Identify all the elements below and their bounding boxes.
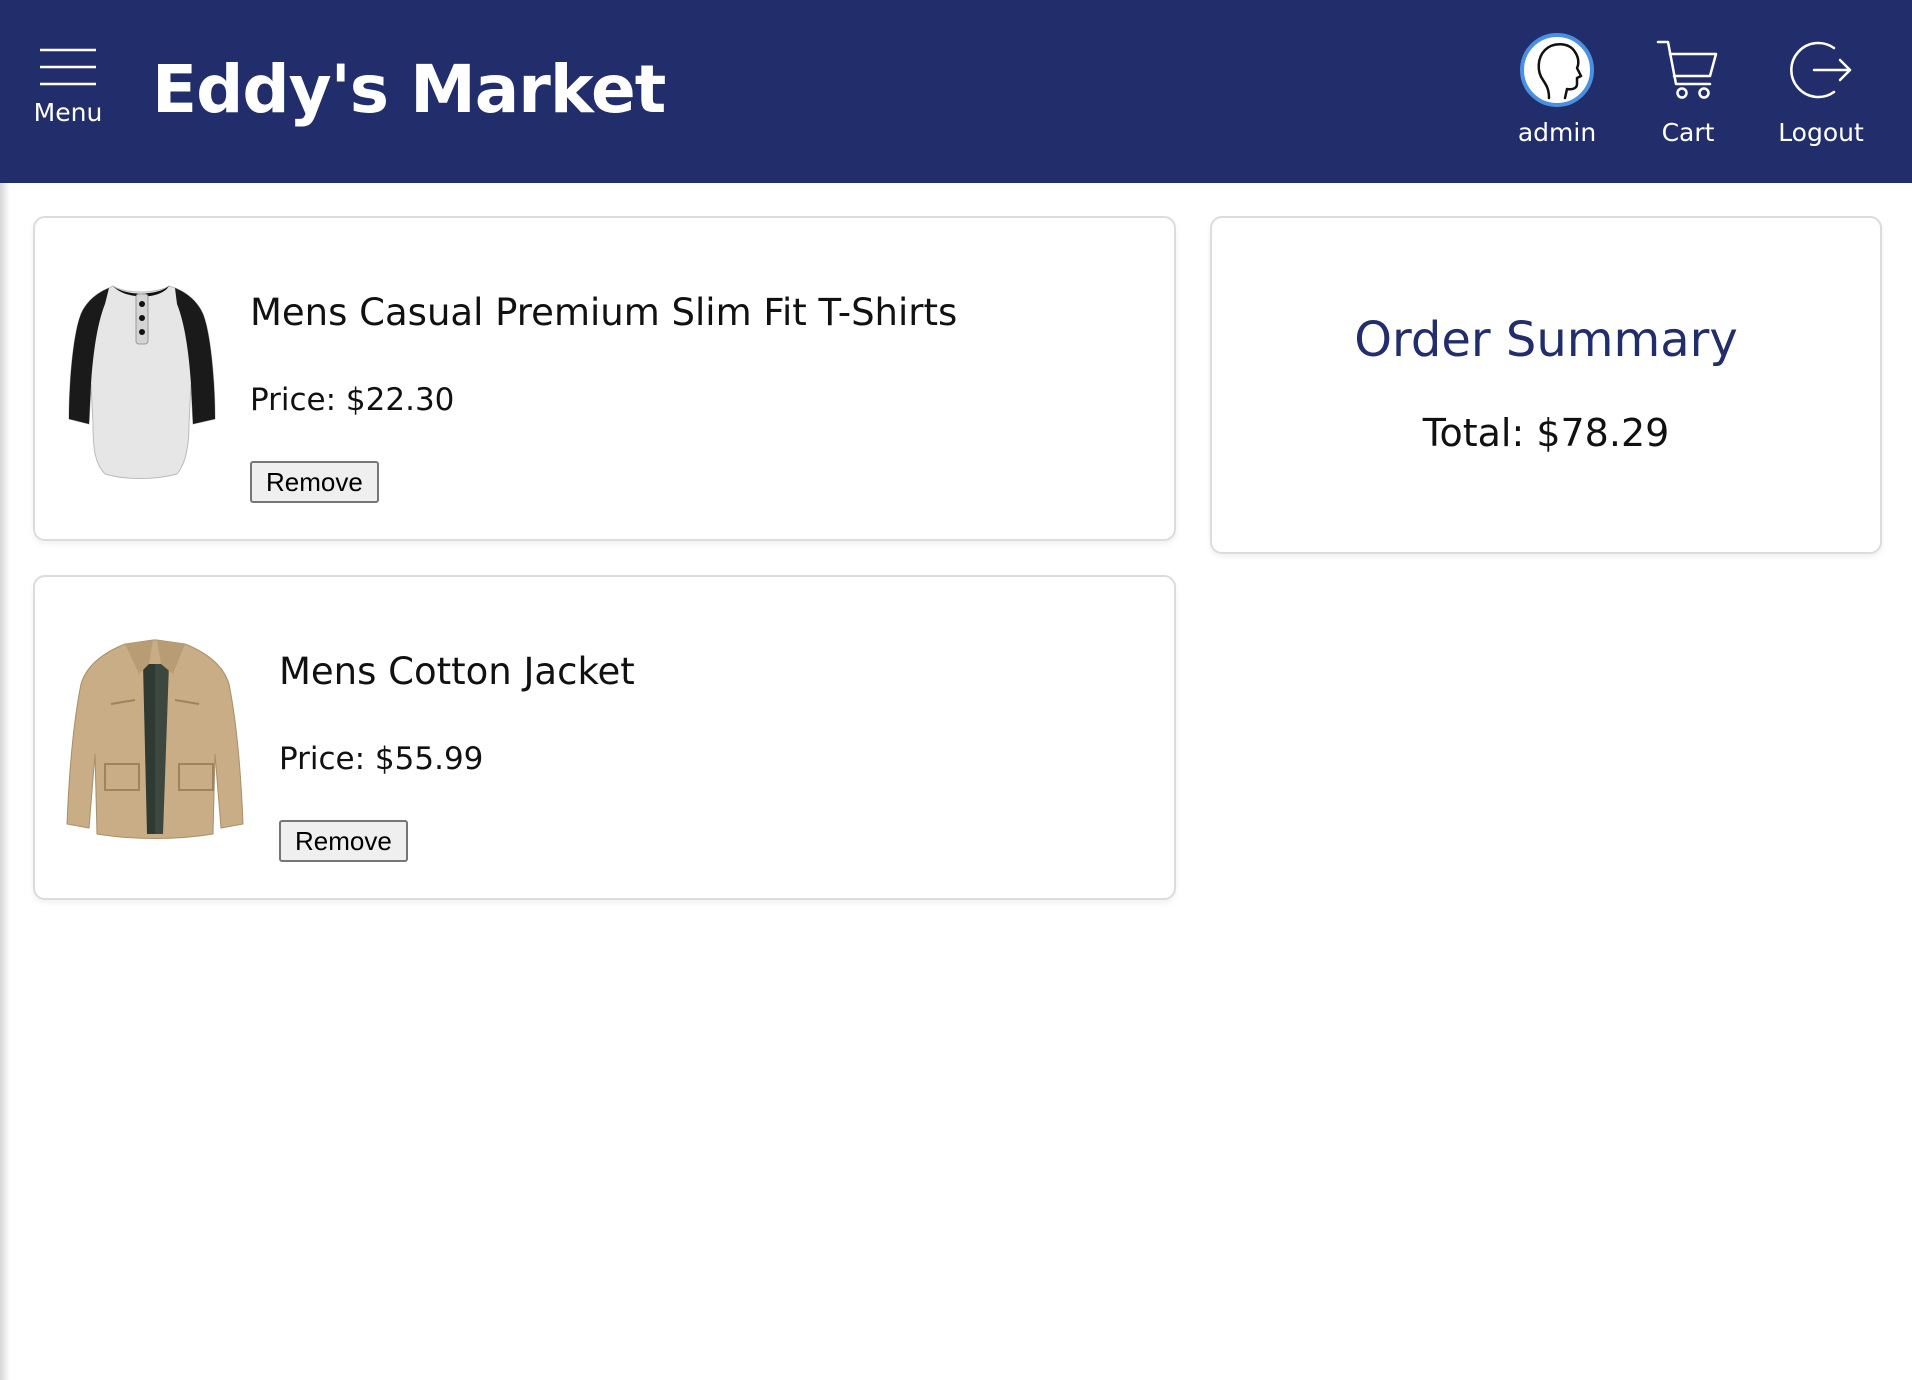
cart-label: Cart bbox=[1661, 118, 1715, 147]
menu-label: Menu bbox=[33, 98, 103, 127]
order-total: Total: $78.29 bbox=[1422, 411, 1670, 455]
item-price: Price: $55.99 bbox=[279, 741, 484, 777]
hamburger-menu-icon bbox=[40, 48, 96, 86]
top-navbar: Menu Eddy's Market admin Cart Logout bbox=[0, 0, 1912, 183]
nav-logout-button[interactable]: Logout bbox=[1768, 32, 1874, 147]
jacket-image bbox=[65, 634, 245, 843]
shopping-cart-icon bbox=[1656, 40, 1718, 99]
order-summary-card: Order Summary Total: $78.29 bbox=[1210, 216, 1882, 554]
item-name: Mens Casual Premium Slim Fit T-Shirts bbox=[250, 291, 958, 334]
cart-item-card: Mens Casual Premium Slim Fit T-Shirts Pr… bbox=[33, 216, 1176, 541]
t-shirt-image bbox=[65, 274, 220, 483]
admin-label: admin bbox=[1517, 118, 1597, 147]
remove-button[interactable]: Remove bbox=[279, 820, 408, 862]
item-info: Mens Casual Premium Slim Fit T-Shirts Pr… bbox=[250, 290, 957, 503]
menu-button[interactable]: Menu bbox=[30, 46, 106, 146]
nav-cart-button[interactable]: Cart bbox=[1640, 32, 1736, 147]
page-edge-shadow bbox=[0, 183, 10, 1380]
logout-label: Logout bbox=[1778, 118, 1864, 147]
item-price: Price: $22.30 bbox=[250, 382, 455, 418]
item-name: Mens Cotton Jacket bbox=[279, 650, 635, 693]
logout-icon bbox=[1790, 41, 1852, 99]
user-head-icon bbox=[1520, 33, 1594, 107]
cart-item-card: Mens Cotton Jacket Price: $55.99 Remove bbox=[33, 575, 1176, 900]
nav-admin-button[interactable]: admin bbox=[1505, 32, 1609, 147]
brand-title[interactable]: Eddy's Market bbox=[152, 50, 666, 130]
item-info: Mens Cotton Jacket Price: $55.99 Remove bbox=[279, 649, 635, 862]
remove-button[interactable]: Remove bbox=[250, 461, 379, 503]
order-summary-title: Order Summary bbox=[1354, 312, 1738, 368]
